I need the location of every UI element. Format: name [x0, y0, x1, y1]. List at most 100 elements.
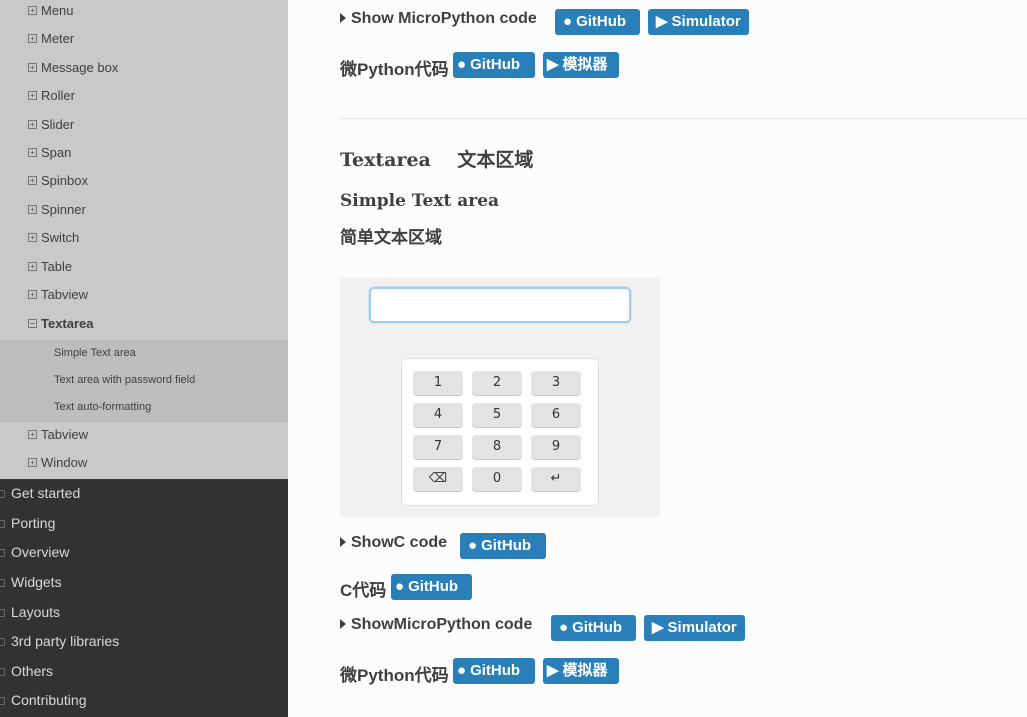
nav-item-slider[interactable]: + Slider: [0, 111, 288, 139]
expand-icon[interactable]: [0, 638, 5, 646]
nav-item-table[interactable]: + Table: [0, 253, 288, 281]
expand-icon[interactable]: [0, 668, 5, 676]
nav-item-tabview[interactable]: + Tabview: [0, 281, 288, 309]
mp-github-cn-button[interactable]: ● GitHub: [453, 658, 535, 684]
nav-item-spinbox[interactable]: + Spinbox: [0, 167, 288, 195]
expand-icon[interactable]: +: [28, 458, 37, 467]
expand-icon[interactable]: +: [28, 34, 37, 43]
show-micropython-toggle[interactable]: Show MicroPython code: [340, 10, 537, 36]
expand-icon[interactable]: +: [28, 176, 37, 185]
nav-item-message-box[interactable]: + Message box: [0, 54, 288, 82]
github-icon: ●: [468, 537, 478, 554]
nav-item-roller[interactable]: + Roller: [0, 82, 288, 110]
c-github-cn-button[interactable]: ● GitHub: [391, 574, 472, 600]
play-icon: ▶: [656, 13, 668, 30]
micropython-cn-label: 微Python代码: [340, 60, 449, 79]
section-title: Textarea 文本区域: [340, 149, 534, 171]
github-icon: ●: [559, 619, 569, 636]
c-code-cn-label: C代码: [340, 581, 387, 600]
nav-section-others[interactable]: Others: [0, 657, 288, 686]
expand-icon[interactable]: +: [28, 205, 37, 214]
caret-right-icon: [340, 619, 346, 630]
key-3[interactable]: 3: [531, 371, 581, 395]
nav-section-get-started[interactable]: Get started: [0, 479, 288, 508]
github-icon: ●: [457, 56, 467, 73]
expand-icon[interactable]: +: [28, 262, 37, 271]
key-9[interactable]: 9: [531, 435, 581, 459]
key-5[interactable]: 5: [472, 403, 522, 427]
nav-section-3rd-party[interactable]: 3rd party libraries: [0, 627, 288, 656]
nav-section-porting[interactable]: Porting: [0, 509, 288, 538]
backspace-key[interactable]: ⌫: [413, 467, 463, 491]
key-1[interactable]: 1: [413, 371, 463, 395]
mp-simulator-button[interactable]: ▶ Simulator: [644, 615, 745, 641]
nav-item-tabview-2[interactable]: + Tabview: [0, 421, 288, 449]
github-icon: ●: [395, 578, 405, 595]
collapse-icon[interactable]: −: [28, 319, 37, 328]
expand-icon[interactable]: [0, 609, 5, 617]
main-content: Show MicroPython code ● GitHub ▶ Simulator…: [288, 0, 1027, 717]
key-2[interactable]: 2: [472, 371, 522, 395]
sidebar-nav: + Menu + Meter + Message box + Roller + Slide…: [0, 0, 288, 717]
simulator-button[interactable]: ▶ Simulator: [648, 9, 749, 35]
mp-simulator-cn-button[interactable]: ▶ 模拟器: [543, 658, 619, 684]
nav-item-switch[interactable]: + Switch: [0, 224, 288, 252]
expand-icon[interactable]: +: [28, 6, 37, 15]
key-4[interactable]: 4: [413, 403, 463, 427]
expand-icon[interactable]: +: [28, 148, 37, 157]
key-6[interactable]: 6: [531, 403, 581, 427]
text-area[interactable]: [369, 287, 631, 323]
micropython-cn-label-2: 微Python代码: [340, 666, 449, 685]
nav-item-menu[interactable]: + Menu: [0, 0, 288, 25]
example-title-en: Simple Text area: [340, 191, 500, 211]
nav-sub-simple-text-area[interactable]: Simple Text area: [54, 340, 136, 367]
expand-icon[interactable]: [0, 697, 5, 705]
textarea-subsections: Simple Text area Text area with password…: [0, 340, 288, 422]
simulator-cn-button[interactable]: ▶ 模拟器: [543, 52, 619, 78]
nav-item-textarea[interactable]: − Textarea: [0, 310, 288, 338]
expand-icon[interactable]: +: [28, 120, 37, 129]
expand-icon[interactable]: +: [28, 91, 37, 100]
github-icon: ●: [457, 662, 467, 679]
play-icon: ▶: [547, 662, 559, 679]
caret-right-icon: [340, 13, 346, 24]
section-divider: [340, 118, 1027, 119]
caret-right-icon: [340, 537, 346, 548]
nav-item-span[interactable]: + Span: [0, 139, 288, 167]
expand-icon[interactable]: +: [28, 63, 37, 72]
expand-icon[interactable]: +: [28, 290, 37, 299]
example-title-cn: 简单文本区域: [340, 228, 442, 248]
mp-github-button[interactable]: ● GitHub: [551, 615, 636, 641]
enter-key[interactable]: ↵: [531, 467, 581, 491]
expand-icon[interactable]: [0, 579, 5, 587]
key-8[interactable]: 8: [472, 435, 522, 459]
widgets-subnav: + Menu + Meter + Message box + Roller + Slide…: [0, 0, 288, 479]
nav-section-contributing[interactable]: Contributing: [0, 686, 288, 715]
nav-item-meter[interactable]: + Meter: [0, 25, 288, 53]
nav-section-layouts[interactable]: Layouts: [0, 598, 288, 627]
play-icon: ▶: [652, 619, 664, 636]
enter-icon: ↵: [550, 471, 562, 486]
expand-icon[interactable]: [0, 520, 5, 528]
numeric-keypad: 1 2 3 4 5 6 7 8 9 ⌫ 0 ↵: [401, 358, 599, 506]
show-micropython-toggle-2[interactable]: ShowMicroPython code: [340, 616, 532, 642]
nav-item-window[interactable]: + Window: [0, 449, 288, 477]
expand-icon[interactable]: +: [28, 233, 37, 242]
nav-sub-auto-formatting[interactable]: Text auto-formatting: [54, 394, 151, 421]
textarea-demo: 1 2 3 4 5 6 7 8 9 ⌫ 0 ↵: [340, 277, 660, 517]
expand-icon[interactable]: [0, 490, 5, 498]
nav-section-widgets[interactable]: Widgets: [0, 568, 288, 597]
play-icon: ▶: [547, 56, 559, 73]
expand-icon[interactable]: [0, 549, 5, 557]
github-button[interactable]: ● GitHub: [555, 9, 640, 35]
key-7[interactable]: 7: [413, 435, 463, 459]
nav-section-overview[interactable]: Overview: [0, 538, 288, 567]
backspace-icon: ⌫: [428, 471, 448, 486]
expand-icon[interactable]: +: [28, 430, 37, 439]
c-github-button[interactable]: ● GitHub: [460, 533, 546, 559]
github-cn-button[interactable]: ● GitHub: [453, 52, 535, 78]
show-c-code-toggle[interactable]: ShowC code: [340, 534, 447, 560]
nav-item-spinner[interactable]: + Spinner: [0, 196, 288, 224]
key-0[interactable]: 0: [472, 467, 522, 491]
nav-sub-password-field[interactable]: Text area with password field: [54, 367, 195, 394]
